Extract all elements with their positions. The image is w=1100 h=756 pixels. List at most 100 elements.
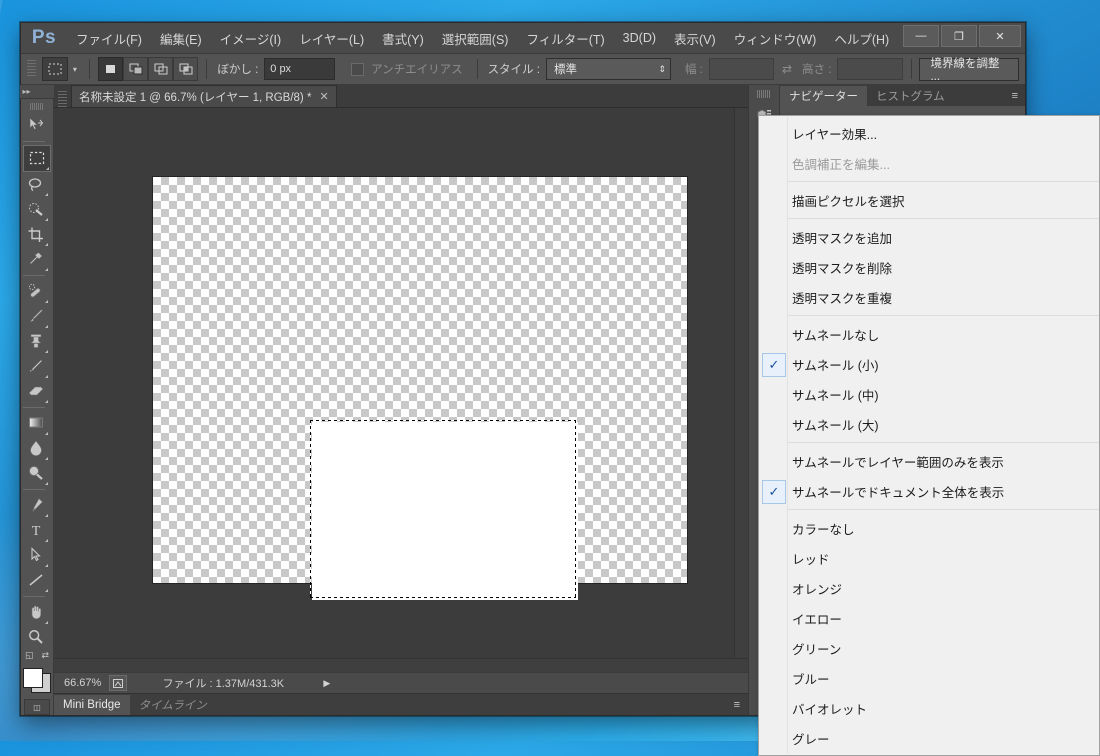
canvas-horizontal-scrollbar[interactable] bbox=[54, 658, 748, 672]
context-menu-item-18[interactable]: バイオレット bbox=[759, 693, 1099, 723]
clone-stamp-tool[interactable] bbox=[23, 329, 49, 354]
menu-item-6[interactable]: フィルター(T) bbox=[517, 25, 613, 52]
toolbox-grip[interactable] bbox=[30, 102, 44, 110]
tool-preset-caret-icon[interactable]: ▾ bbox=[68, 58, 81, 80]
menu-item-5[interactable]: 選択範囲(S) bbox=[433, 25, 518, 52]
menu-item-10[interactable]: ヘルプ(H) bbox=[825, 25, 898, 52]
feather-input[interactable]: 0 px bbox=[264, 58, 336, 80]
menu-item-8[interactable]: 表示(V) bbox=[665, 25, 725, 52]
selection-mode-new[interactable] bbox=[98, 57, 124, 81]
selection-mode-add[interactable] bbox=[123, 57, 149, 81]
context-menu-item-16[interactable]: グリーン bbox=[759, 633, 1099, 663]
antialias-checkbox-group[interactable]: アンチエイリアス bbox=[351, 61, 469, 77]
refine-edge-button[interactable]: 境界線を調整 ... bbox=[919, 57, 1020, 83]
context-menu-item-15[interactable]: イエロー bbox=[759, 603, 1099, 633]
context-menu-item-13[interactable]: レッド bbox=[759, 543, 1099, 573]
line-shape-tool[interactable] bbox=[23, 568, 49, 593]
tab-strip-grip[interactable] bbox=[58, 91, 67, 107]
panel-tab-0[interactable]: ナビゲーター bbox=[780, 85, 867, 106]
menu-item-4[interactable]: 書式(Y) bbox=[373, 25, 433, 52]
history-brush-tool[interactable] bbox=[23, 354, 49, 379]
document-area: 名称未設定 1 @ 66.7% (レイヤー 1, RGB/8) * ✕ 66.6… bbox=[54, 85, 748, 715]
dock-grip[interactable] bbox=[757, 90, 771, 98]
context-menu-item-label: グリーン bbox=[792, 642, 842, 657]
swap-width-height-icon[interactable]: ⇄ bbox=[782, 62, 792, 76]
color-swatches[interactable] bbox=[23, 667, 51, 694]
context-menu-item-label: サムネール (大) bbox=[792, 418, 879, 433]
selection-mode-intersect[interactable] bbox=[173, 57, 199, 81]
layers-panel-context-menu[interactable]: レイヤー効果... 色調補正を編集... 描画ピクセルを選択 透明マスクを追加 透明マス… bbox=[758, 115, 1100, 756]
quick-selection-tool[interactable] bbox=[23, 197, 49, 222]
context-menu-item-9[interactable]: サムネール (大) bbox=[759, 409, 1099, 439]
swatch-controls: ◱ ⇄ bbox=[25, 650, 49, 661]
context-menu-item-6[interactable]: サムネールなし bbox=[759, 319, 1099, 349]
rectangular-marquee-icon[interactable] bbox=[41, 57, 69, 81]
context-menu-item-10[interactable]: サムネールでレイヤー範囲のみを表示 bbox=[759, 446, 1099, 476]
context-menu-item-0[interactable]: レイヤー効果... bbox=[759, 118, 1099, 148]
panel-tab-1[interactable]: ヒストグラム bbox=[867, 86, 954, 106]
context-menu-item-2[interactable]: 描画ピクセルを選択 bbox=[759, 185, 1099, 215]
menu-item-3[interactable]: レイヤー(L) bbox=[290, 25, 373, 52]
context-menu-item-17[interactable]: ブルー bbox=[759, 663, 1099, 693]
menu-item-0[interactable]: ファイル(F) bbox=[67, 25, 151, 52]
context-menu-item-12[interactable]: カラーなし bbox=[759, 513, 1099, 543]
gradient-tool[interactable] bbox=[23, 411, 49, 436]
dodge-tool[interactable] bbox=[23, 461, 49, 486]
document-tab[interactable]: 名称未設定 1 @ 66.7% (レイヤー 1, RGB/8) * ✕ bbox=[71, 85, 337, 107]
context-menu-item-14[interactable]: オレンジ bbox=[759, 573, 1099, 603]
feather-label: ぼかし : bbox=[217, 64, 259, 76]
menu-item-1[interactable]: 編集(E) bbox=[151, 25, 211, 52]
pen-tool[interactable] bbox=[23, 493, 49, 518]
eyedropper-tool[interactable] bbox=[23, 247, 49, 272]
context-menu-item-label: サムネールなし bbox=[792, 328, 880, 343]
bottom-tab-0[interactable]: Mini Bridge bbox=[54, 694, 130, 715]
canvas-viewport[interactable] bbox=[54, 108, 748, 658]
toolbox: ▸▸ T ◱ ⇄ ◫ bbox=[19, 85, 55, 715]
bottom-tab-1[interactable]: タイムライン bbox=[130, 695, 216, 715]
menu-item-7[interactable]: 3D(D) bbox=[614, 27, 665, 49]
document-size-icon[interactable] bbox=[109, 675, 128, 691]
path-selection-tool[interactable] bbox=[23, 543, 49, 568]
blur-tool[interactable] bbox=[23, 436, 49, 461]
context-menu-item-4[interactable]: 透明マスクを削除 bbox=[759, 252, 1099, 282]
context-menu-item-19[interactable]: グレー bbox=[759, 723, 1099, 753]
style-select[interactable]: 標準 ⇕ bbox=[545, 58, 671, 80]
context-menu-item-11[interactable]: ✓ サムネールでドキュメント全体を表示 bbox=[759, 476, 1099, 506]
close-icon[interactable]: ✕ bbox=[319, 90, 328, 103]
default-colors-icon[interactable]: ◱ bbox=[25, 650, 34, 661]
crop-tool[interactable] bbox=[23, 222, 49, 247]
zoom-tool[interactable] bbox=[23, 625, 49, 650]
document-tab-title: 名称未設定 1 @ 66.7% (レイヤー 1, RGB/8) * bbox=[79, 91, 312, 104]
close-button[interactable]: ✕ bbox=[979, 25, 1021, 47]
eraser-tool[interactable] bbox=[23, 379, 49, 404]
rectangular-marquee-tool[interactable] bbox=[23, 144, 51, 172]
hand-tool[interactable] bbox=[23, 600, 49, 625]
selection-mode-subtract[interactable] bbox=[148, 57, 174, 81]
height-input[interactable] bbox=[837, 58, 903, 80]
context-menu-item-5[interactable]: 透明マスクを重複 bbox=[759, 282, 1099, 312]
brush-tool[interactable] bbox=[23, 304, 49, 329]
lasso-tool[interactable] bbox=[23, 172, 49, 197]
panel-menu-icon[interactable]: ≡ bbox=[734, 699, 748, 711]
toolbox-collapse-icon[interactable]: ▸▸ bbox=[19, 85, 55, 99]
options-bar-grip[interactable] bbox=[27, 60, 36, 78]
move-tool[interactable] bbox=[23, 113, 49, 138]
context-menu-item-7[interactable]: ✓ サムネール (小) bbox=[759, 349, 1099, 379]
foreground-color-swatch[interactable] bbox=[23, 667, 43, 688]
width-input[interactable] bbox=[708, 58, 774, 80]
zoom-level[interactable]: 66.67% bbox=[54, 677, 109, 689]
status-expand-arrow-icon[interactable]: ▶ bbox=[323, 678, 330, 689]
menu-item-2[interactable]: イメージ(I) bbox=[211, 25, 291, 52]
antialias-checkbox[interactable] bbox=[351, 62, 365, 76]
maximize-button[interactable]: ❐ bbox=[941, 25, 977, 47]
canvas-vertical-scrollbar[interactable] bbox=[734, 108, 748, 658]
panel-menu-icon[interactable]: ≡ bbox=[1012, 90, 1025, 102]
swap-colors-icon[interactable]: ⇄ bbox=[41, 650, 49, 661]
context-menu-item-3[interactable]: 透明マスクを追加 bbox=[759, 222, 1099, 252]
spot-healing-brush-tool[interactable] bbox=[23, 279, 49, 304]
horizontal-type-tool[interactable]: T bbox=[23, 518, 49, 543]
context-menu-item-8[interactable]: サムネール (中) bbox=[759, 379, 1099, 409]
minimize-button[interactable]: — bbox=[903, 25, 939, 47]
quick-mask-icon[interactable]: ◫ bbox=[24, 699, 50, 715]
menu-item-9[interactable]: ウィンドウ(W) bbox=[725, 25, 826, 52]
